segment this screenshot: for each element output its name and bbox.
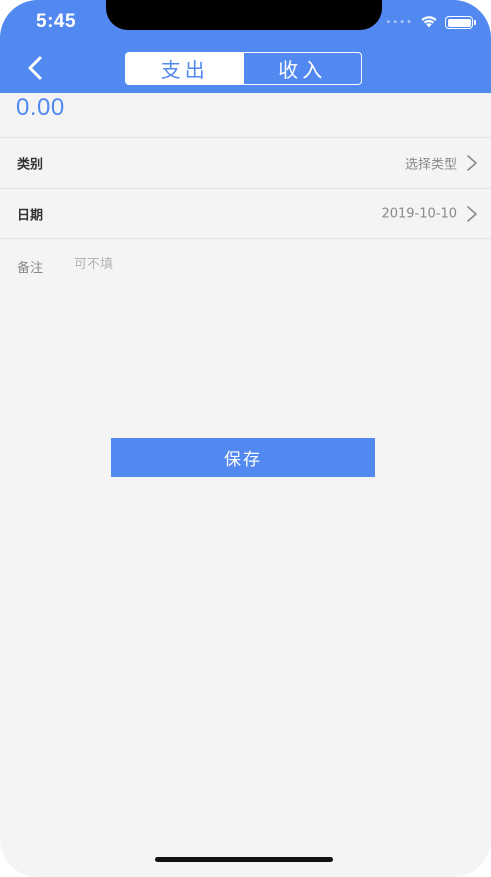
tab-income[interactable]: 收入: [244, 53, 362, 84]
date-row[interactable]: 日期 2019-10-10: [0, 189, 491, 239]
tab-expense[interactable]: 支出: [126, 53, 244, 84]
status-time: 5:45: [36, 11, 77, 32]
nav-header: 5:45 •••• 支出 收入: [0, 0, 491, 93]
app-screen: 5:45 •••• 支出 收入 0.00 类别 选择类型 日期 2019-10-…: [0, 0, 491, 877]
chevron-right-icon: [467, 206, 477, 222]
save-button[interactable]: 保存: [111, 438, 375, 477]
date-label: 日期: [17, 208, 44, 224]
note-input[interactable]: [74, 252, 454, 276]
category-value: 选择类型: [404, 157, 457, 173]
note-label: 备注: [17, 261, 44, 276]
signal-icon: ••••: [385, 17, 413, 28]
type-segmented-control: 支出 收入: [125, 52, 362, 85]
date-value: 2019-10-10: [381, 206, 457, 222]
battery-icon: [445, 16, 476, 29]
back-button[interactable]: [22, 54, 48, 82]
home-indicator: [155, 857, 333, 862]
divider: [0, 238, 491, 239]
chevron-left-icon: [28, 56, 42, 80]
status-indicators: ••••: [385, 13, 476, 32]
wifi-icon: [420, 13, 438, 32]
category-label: 类别: [17, 157, 44, 173]
chevron-right-icon: [467, 155, 477, 171]
category-row[interactable]: 类别 选择类型: [0, 138, 491, 188]
amount-input[interactable]: 0.00: [16, 94, 65, 122]
device-notch: [106, 0, 382, 30]
